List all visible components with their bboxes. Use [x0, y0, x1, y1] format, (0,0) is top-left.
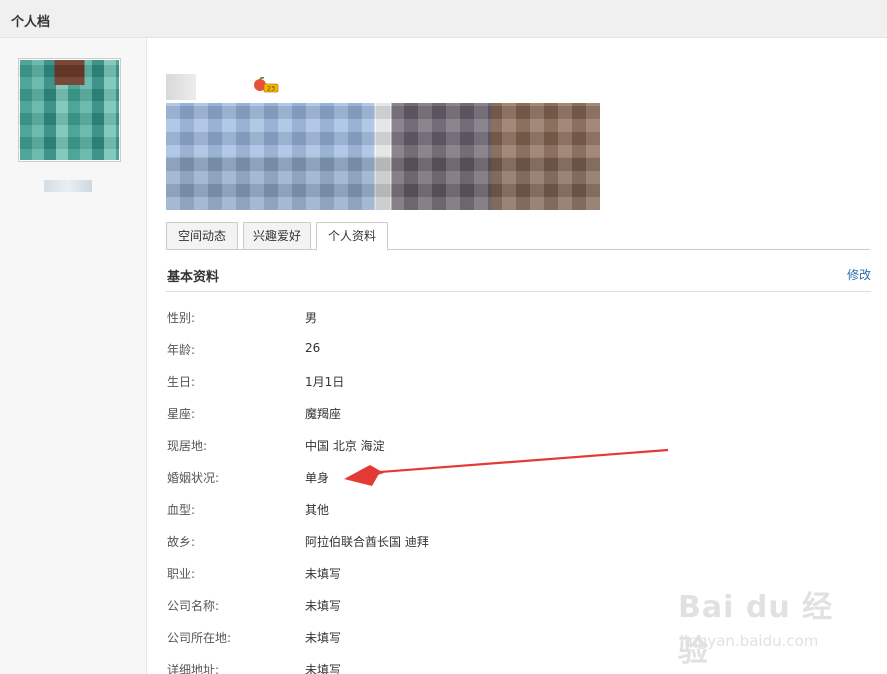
info-value: 未填写: [305, 663, 342, 674]
section-title: 基本资料: [167, 270, 220, 285]
info-label: 职业:: [167, 567, 196, 581]
avatar-mosaic-overlay: [19, 59, 120, 161]
blurred-nickname: [166, 74, 196, 100]
info-row-zodiac: 星座: 魔羯座: [167, 405, 867, 437]
edit-link[interactable]: 修改: [847, 266, 871, 283]
tab-interests[interactable]: 兴趣爱好: [243, 222, 311, 250]
info-label: 生日:: [167, 375, 196, 389]
info-label: 公司名称:: [167, 599, 220, 613]
watermark-logo: Bai du 经验: [678, 590, 834, 669]
info-label: 现居地:: [167, 439, 208, 453]
cover-mosaic: [166, 103, 600, 210]
blurred-username: [44, 180, 92, 192]
page-title: 个人档: [11, 15, 51, 30]
info-label: 故乡:: [167, 535, 196, 549]
info-label: 性别:: [167, 311, 196, 325]
info-label: 年龄:: [167, 343, 196, 357]
window-titlebar: 个人档: [0, 0, 887, 38]
info-label: 公司所在地:: [167, 631, 232, 645]
info-value: 阿拉伯联合酋长国 迪拜: [305, 535, 429, 549]
info-value: 未填写: [305, 567, 342, 581]
info-row-age: 年龄: 26: [167, 341, 867, 373]
info-row-blood-type: 血型: 其他: [167, 501, 867, 533]
info-value: 魔羯座: [305, 407, 342, 421]
tab-activity[interactable]: 空间动态: [166, 222, 238, 250]
avatar[interactable]: [18, 58, 121, 162]
info-value: 未填写: [305, 599, 342, 613]
info-value: 未填写: [305, 631, 342, 645]
info-row-hometown: 故乡: 阿拉伯联合酋长国 迪拜: [167, 533, 867, 565]
info-label: 详细地址:: [167, 663, 220, 674]
info-row-gender: 性别: 男: [167, 309, 867, 341]
info-label: 血型:: [167, 503, 196, 517]
info-label: 婚姻状况:: [167, 471, 220, 485]
info-label: 星座:: [167, 407, 196, 421]
badge-level-text: 23: [267, 85, 275, 93]
fruit-level-icon: 23: [254, 77, 279, 93]
profile-tabs: 空间动态 兴趣爱好 个人资料: [166, 222, 870, 251]
info-value: 单身: [305, 471, 330, 485]
baidu-jingyan-watermark: Bai du 经验 jingyan.baidu.com: [676, 582, 846, 669]
info-value: 男: [305, 311, 318, 325]
red-arrow-annotation: [344, 448, 669, 486]
watermark-url: jingyan.baidu.com: [680, 632, 819, 650]
cover-photo: [166, 103, 600, 210]
info-value: 26: [305, 341, 321, 355]
info-value: 1月1日: [305, 375, 345, 389]
tab-profile[interactable]: 个人资料: [316, 222, 388, 251]
basic-info-header: 基本资料 修改: [166, 262, 871, 292]
info-row-birthday: 生日: 1月1日: [167, 373, 867, 405]
info-value: 其他: [305, 503, 330, 517]
